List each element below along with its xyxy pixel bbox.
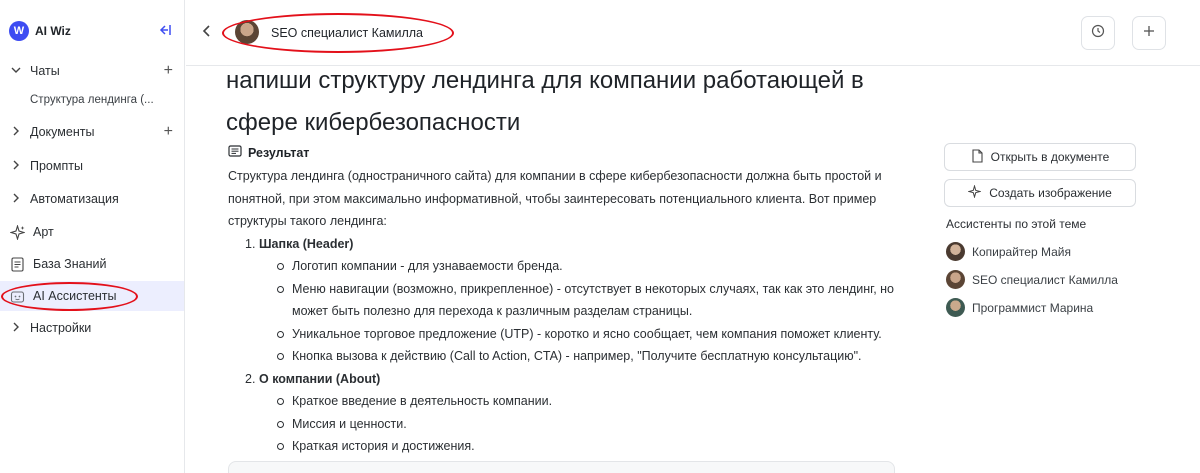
answer-intro: Структура лендинга (одностраничного сайт…: [228, 169, 882, 228]
create-image-label: Создать изображение: [989, 186, 1112, 200]
collapse-sidebar-icon[interactable]: [157, 23, 173, 39]
open-in-document-button[interactable]: Открыть в документе: [944, 143, 1136, 171]
sidebar-item-label: Автоматизация: [30, 192, 119, 206]
sidebar-item-label: Чаты: [30, 64, 60, 78]
sidebar-item-label: Промпты: [30, 159, 83, 173]
section-number: 1.: [245, 236, 256, 251]
new-chat-button[interactable]: [1132, 16, 1166, 50]
sidebar-item-knowledge-base[interactable]: База Знаний: [0, 249, 184, 279]
ai-wiz-logo-icon: W: [9, 21, 29, 41]
sparkle-icon: [967, 184, 983, 201]
document-icon: [228, 145, 242, 160]
sidebar-item-documents[interactable]: Документы +: [0, 117, 184, 147]
assistants-heading: Ассистенты по этой теме: [946, 217, 1087, 231]
section-heading: 1. Шапка (Header): [228, 233, 908, 256]
document-icon: [9, 256, 25, 272]
sidebar-chat-item[interactable]: Структура лендинга (...: [30, 94, 154, 106]
list-item: Кнопка вызова к действию (Call to Action…: [228, 345, 908, 368]
sidebar: W AI Wiz Чаты + Структура лендинга (... …: [0, 0, 185, 473]
section-title: О компании (About): [259, 371, 381, 386]
app-name: AI Wiz: [35, 24, 71, 38]
section-number: 2.: [245, 371, 256, 386]
sidebar-item-art[interactable]: Арт: [0, 217, 184, 247]
assistant-item[interactable]: SEO специалист Камилла: [946, 270, 1118, 289]
list-item: Меню навигации (возможно, прикрепленное)…: [228, 278, 908, 323]
user-question: напиши структуру лендинга для компании р…: [226, 67, 864, 136]
list-item: Краткая история и достижения.: [228, 435, 908, 458]
add-document-icon[interactable]: +: [164, 123, 173, 141]
assistant-name: Копирайтер Майя: [972, 244, 1071, 259]
assistant-item[interactable]: Копирайтер Майя: [946, 242, 1071, 261]
sparkle-icon: [9, 224, 25, 240]
back-icon[interactable]: [202, 24, 210, 40]
assistant-name: SEO специалист Камилла: [972, 272, 1118, 287]
sidebar-item-automation[interactable]: Автоматизация: [0, 184, 184, 214]
sidebar-item-label: Документы: [30, 125, 95, 139]
list-item: Логотип компании - для узнаваемости брен…: [228, 255, 908, 278]
list-item: Миссия и ценности.: [228, 413, 908, 436]
avatar: [946, 270, 965, 289]
sidebar-item-settings[interactable]: Настройки: [0, 313, 184, 343]
create-image-button[interactable]: Создать изображение: [944, 179, 1136, 207]
highlight-annotation: [222, 13, 454, 53]
chevron-right-icon: [11, 193, 21, 206]
assistant-answer: Структура лендинга (одностраничного сайт…: [228, 165, 908, 458]
history-button[interactable]: [1081, 16, 1115, 50]
chevron-down-icon: [11, 65, 21, 78]
add-chat-icon[interactable]: +: [164, 62, 173, 80]
avatar: [946, 242, 965, 261]
sidebar-item-prompts[interactable]: Промпты: [0, 151, 184, 181]
chevron-right-icon: [11, 126, 21, 139]
section-heading: 2. О компании (About): [228, 368, 908, 391]
brand[interactable]: W AI Wiz: [9, 21, 71, 41]
assistant-item[interactable]: Программист Марина: [946, 298, 1093, 317]
open-in-document-label: Открыть в документе: [990, 150, 1110, 164]
sidebar-item-label: База Знаний: [33, 257, 107, 271]
message-input[interactable]: [228, 461, 895, 473]
clock-icon: [1091, 24, 1105, 43]
result-header: Результат: [228, 145, 309, 160]
result-label: Результат: [248, 145, 310, 160]
assistant-name: Программист Марина: [972, 300, 1094, 315]
plus-icon: [1142, 24, 1156, 43]
file-icon: [971, 148, 983, 166]
sidebar-item-label: Арт: [33, 225, 54, 239]
chevron-right-icon: [11, 160, 21, 173]
section-title: Шапка (Header): [259, 236, 354, 251]
chevron-right-icon: [11, 322, 21, 335]
list-item: Уникальное торговое предложение (UTP) - …: [228, 323, 908, 346]
sidebar-item-chats[interactable]: Чаты +: [0, 56, 184, 86]
sidebar-item-label: Настройки: [30, 321, 92, 335]
avatar: [946, 298, 965, 317]
highlight-annotation: [1, 282, 138, 311]
list-item: Краткое введение в деятельность компании…: [228, 390, 908, 413]
